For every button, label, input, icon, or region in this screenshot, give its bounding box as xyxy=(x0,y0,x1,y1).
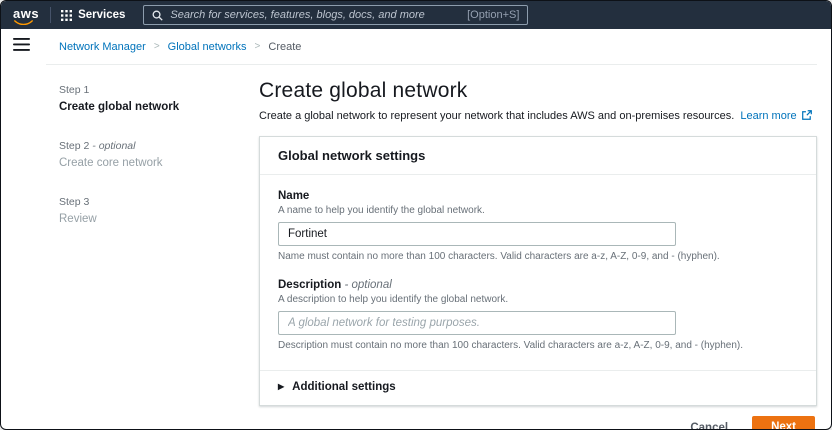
wizard-main: Create global network Create a global ne… xyxy=(259,79,817,429)
step-3-number: Step 3 xyxy=(59,196,259,208)
description-constraint-text: Description must contain no more than 10… xyxy=(278,340,798,351)
content-area: Network Manager > Global networks > Crea… xyxy=(46,29,831,429)
global-network-settings-card: Global network settings Name A name to h… xyxy=(259,136,817,406)
step-item-2[interactable]: Step 2 - optional Create core network xyxy=(59,140,259,169)
step-3-number-label: Step 3 xyxy=(59,196,89,208)
hamburger-icon xyxy=(13,38,30,51)
next-button[interactable]: Next xyxy=(752,416,815,430)
card-body: Name A name to help you identify the glo… xyxy=(260,175,816,370)
breadcrumb: Network Manager > Global networks > Crea… xyxy=(46,29,817,65)
search-input[interactable] xyxy=(170,9,460,21)
nav-divider xyxy=(50,7,51,23)
console-body: Network Manager > Global networks > Crea… xyxy=(1,29,831,429)
step-1-number-label: Step 1 xyxy=(59,84,89,96)
name-label: Name xyxy=(278,190,798,202)
learn-more-link[interactable]: Learn more xyxy=(740,110,811,122)
services-label: Services xyxy=(78,9,125,21)
top-navigation-bar: aws Services [Option+S] xyxy=(1,1,831,29)
services-grid-icon xyxy=(61,10,72,21)
page-title: Create global network xyxy=(259,79,817,103)
breadcrumb-global-networks[interactable]: Global networks xyxy=(168,41,247,53)
learn-more-label: Learn more xyxy=(740,110,796,122)
step-2-title: Create core network xyxy=(59,157,259,169)
description-field: Description - optional A description to … xyxy=(278,279,798,351)
description-label: Description - optional xyxy=(278,279,798,291)
side-nav-toggle-column xyxy=(1,29,46,429)
description-help-text: A description to help you identify the g… xyxy=(278,294,798,305)
name-help-text: A name to help you identify the global n… xyxy=(278,205,798,216)
external-link-icon xyxy=(802,110,812,120)
name-constraint-text: Name must contain no more than 100 chara… xyxy=(278,251,798,262)
aws-smile-icon xyxy=(14,20,33,25)
side-nav-toggle-button[interactable] xyxy=(13,38,30,51)
breadcrumb-chevron-icon: > xyxy=(255,41,261,52)
breadcrumb-chevron-icon: > xyxy=(154,41,160,52)
card-header: Global network settings xyxy=(260,137,816,175)
search-shortcut-hint: [Option+S] xyxy=(467,9,519,21)
step-item-3[interactable]: Step 3 Review xyxy=(59,196,259,225)
wizard-footer: Cancel Next xyxy=(259,406,817,430)
description-optional-label: - optional xyxy=(344,279,391,291)
wizard-steps-nav: Step 1 Create global network Step 2 - op… xyxy=(59,79,259,429)
step-2-number-label: Step 2 xyxy=(59,140,89,152)
expand-triangle-icon: ▶ xyxy=(278,383,284,391)
services-menu-button[interactable]: Services xyxy=(61,9,125,21)
page-description-text: Create a global network to represent you… xyxy=(259,110,734,122)
step-1-number: Step 1 xyxy=(59,84,259,96)
step-3-title: Review xyxy=(59,213,259,225)
step-1-title: Create global network xyxy=(59,101,259,113)
wizard-layout: Step 1 Create global network Step 2 - op… xyxy=(46,65,817,429)
additional-settings-expander[interactable]: ▶ Additional settings xyxy=(260,370,816,405)
description-label-text: Description xyxy=(278,279,341,291)
page-description: Create a global network to represent you… xyxy=(259,110,817,122)
breadcrumb-current-create: Create xyxy=(268,41,301,53)
step-2-number: Step 2 - optional xyxy=(59,140,259,152)
description-input[interactable] xyxy=(278,311,676,335)
aws-logo[interactable]: aws xyxy=(11,5,43,25)
name-input[interactable] xyxy=(278,222,676,246)
global-search[interactable]: [Option+S] xyxy=(143,5,528,25)
name-field: Name A name to help you identify the glo… xyxy=(278,190,798,262)
additional-settings-label: Additional settings xyxy=(292,381,396,393)
aws-logo-text: aws xyxy=(13,6,39,21)
cancel-button[interactable]: Cancel xyxy=(690,422,728,430)
step-item-1[interactable]: Step 1 Create global network xyxy=(59,84,259,113)
search-icon xyxy=(152,10,163,21)
step-2-optional-label: - optional xyxy=(92,140,135,152)
aws-console-window: aws Services [Option+S] xyxy=(0,0,832,430)
breadcrumb-network-manager[interactable]: Network Manager xyxy=(59,41,146,53)
